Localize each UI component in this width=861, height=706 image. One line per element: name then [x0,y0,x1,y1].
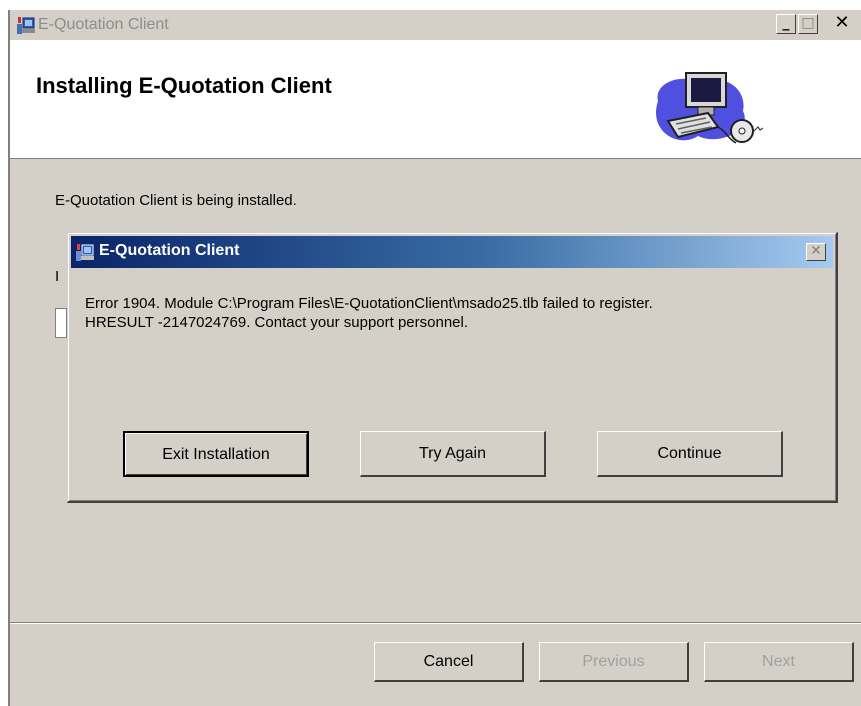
error-message-line-1: Error 1904. Module C:\Program Files\E-Qu… [85,295,653,312]
installer-app-icon [17,17,35,34]
status-label: I [55,268,60,285]
exit-installation-button[interactable]: Exit Installation [123,431,309,477]
continue-button[interactable]: Continue [597,431,783,477]
next-button[interactable]: Next [704,642,854,682]
previous-button[interactable]: Previous [539,642,689,682]
window-title: E-Quotation Client [38,16,169,33]
dialog-close-button[interactable]: ✕ [806,243,826,261]
install-status-text: E-Quotation Client is being installed. [55,192,297,209]
footer-divider [10,622,861,624]
minimize-button[interactable]: _ [776,14,796,34]
page-title: Installing E-Quotation Client [36,73,332,98]
window-titlebar[interactable]: E-Quotation Client _ □ ✕ [10,10,861,41]
computer-setup-icon [656,72,764,144]
installer-window: E-Quotation Client _ □ ✕ Installing E-Qu… [8,10,861,706]
error-message-line-2: HRESULT -2147024769. Contact your suppor… [85,314,469,331]
error-dialog: E-Quotation Client ✕ Error 1904. Module … [67,232,838,503]
cancel-button[interactable]: Cancel [374,642,524,682]
progress-bar [55,308,67,338]
try-again-button[interactable]: Try Again [360,431,546,477]
maximize-button[interactable]: □ [798,14,818,34]
close-button[interactable]: ✕ [828,14,856,34]
dialog-titlebar[interactable]: E-Quotation Client ✕ [71,236,833,268]
dialog-title: E-Quotation Client [99,242,240,259]
installer-header: Installing E-Quotation Client [10,41,861,159]
error-message: Error 1904. Module C:\Program Files\E-Qu… [85,294,825,332]
installer-app-icon [76,244,94,261]
